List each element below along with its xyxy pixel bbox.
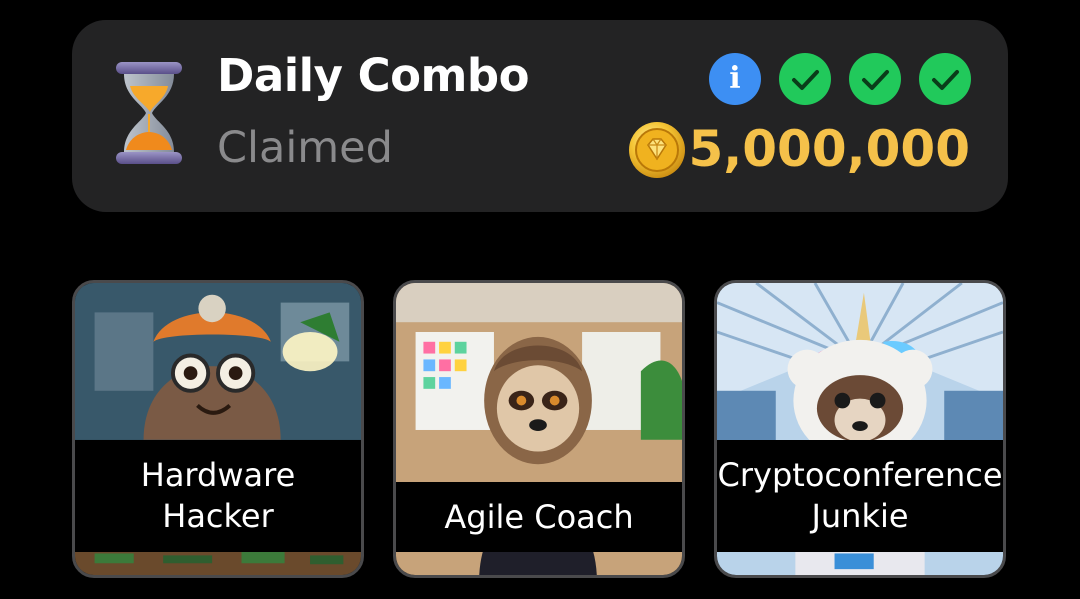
card-caption: Agile Coach	[396, 482, 682, 552]
check-icon	[919, 53, 971, 105]
hourglass-icon	[116, 62, 182, 164]
daily-combo-panel	[72, 20, 1008, 212]
combo-status: Claimed	[217, 123, 393, 173]
check-icon	[779, 53, 831, 105]
card-hardware-hacker[interactable]: Hardware Hacker	[72, 280, 364, 578]
card-agile-coach[interactable]: Agile Coach	[393, 280, 685, 578]
card-title: Hardware Hacker	[140, 456, 296, 535]
card-title: Cryptoconference Junkie	[717, 456, 1003, 535]
card-cryptoconference-junkie[interactable]: Cryptoconference Junkie	[714, 280, 1006, 578]
card-caption: Hardware Hacker	[75, 440, 361, 552]
card-title: Agile Coach	[444, 497, 634, 536]
info-icon[interactable]: i	[709, 53, 761, 105]
coin-icon	[629, 122, 685, 178]
check-icon	[849, 53, 901, 105]
card-caption: Cryptoconference Junkie	[717, 440, 1003, 552]
reward-amount: 5,000,000	[688, 120, 970, 178]
combo-title: Daily Combo	[217, 49, 530, 102]
